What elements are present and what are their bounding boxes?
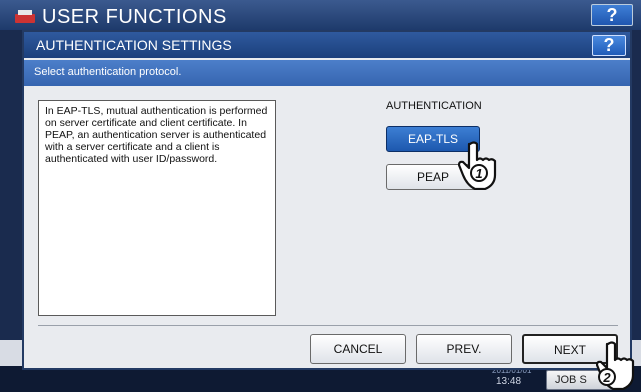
dialog-help-button[interactable]: ? <box>592 35 626 56</box>
step-1-marker: 1 <box>470 164 488 182</box>
background-help-button[interactable]: ? <box>591 4 633 26</box>
prev-button[interactable]: PREV. <box>416 334 512 364</box>
instruction-bar: Select authentication protocol. <box>24 60 630 86</box>
dialog-titlebar: AUTHENTICATION SETTINGS ? <box>24 32 630 58</box>
authentication-label: AUTHENTICATION <box>386 100 482 112</box>
cancel-button[interactable]: CANCEL <box>310 334 406 364</box>
description-box: In EAP-TLS, mutual authentication is per… <box>38 100 276 316</box>
background-header: USER FUNCTIONS ? <box>0 0 641 30</box>
status-time: 13:48 <box>496 376 522 387</box>
background-panel-left <box>0 340 22 366</box>
background-title: USER FUNCTIONS <box>42 6 227 28</box>
dialog-title: AUTHENTICATION SETTINGS <box>36 37 232 53</box>
authentication-settings-dialog: AUTHENTICATION SETTINGS ? Select authent… <box>22 30 632 370</box>
instruction-text: Select authentication protocol. <box>34 66 182 78</box>
user-functions-logo-icon <box>15 10 35 23</box>
description-text: In EAP-TLS, mutual authentication is per… <box>45 105 268 165</box>
step-2-marker: 2 <box>598 368 616 386</box>
footer-divider <box>38 325 618 326</box>
